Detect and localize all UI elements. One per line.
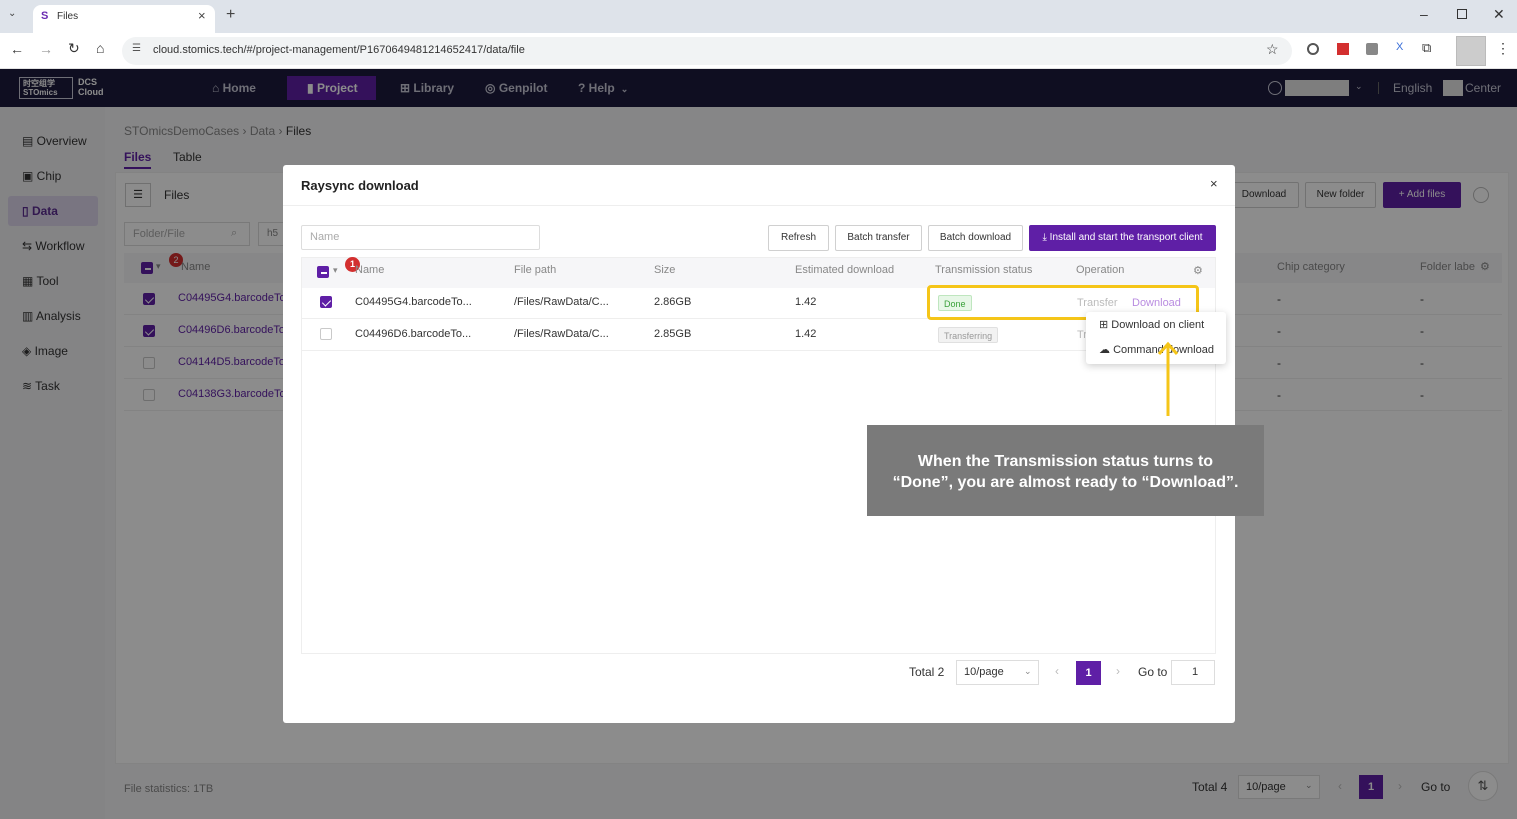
url-field[interactable]: ☰ cloud.stomics.tech/#/project-managemen… [122, 37, 1292, 65]
page-size-value: 10/page [964, 666, 1004, 678]
minimize-icon[interactable]: – [1420, 6, 1428, 22]
extension-icon[interactable] [1307, 43, 1319, 55]
name-placeholder: Name [310, 231, 340, 243]
estimated-download-cell: 1.42 [795, 328, 817, 340]
close-window-icon[interactable]: ✕ [1493, 6, 1505, 23]
browser-tab[interactable]: S Files × [33, 5, 215, 33]
tab-list-icon[interactable]: ⌄ [8, 8, 24, 24]
file-name-cell: C04495G4.barcodeTo... [355, 296, 472, 308]
url-text: cloud.stomics.tech/#/project-management/… [153, 44, 525, 56]
chevron-down-icon: ⌄ [1024, 666, 1032, 676]
file-path-cell: /Files/RawData/C... [514, 328, 609, 340]
file-path-column-header: File path [514, 264, 557, 276]
reload-icon[interactable]: ↻ [68, 40, 80, 57]
estimated-download-column-header: Estimated download [795, 264, 895, 276]
site-info-icon[interactable]: ☰ [132, 43, 141, 54]
operation-column-header: Operation [1076, 264, 1125, 276]
batch-download-button[interactable]: Batch download [928, 225, 1023, 251]
callout-line1: When the Transmission status turns to [917, 453, 1214, 470]
next-page-icon[interactable]: › [1116, 664, 1120, 678]
select-all-checkbox[interactable] [317, 266, 329, 278]
size-cell: 2.85GB [654, 328, 692, 340]
extensions-puzzle-icon[interactable]: ⧉ [1422, 40, 1431, 56]
name-column-header: Name [355, 264, 385, 276]
modal-title: Raysync download [301, 178, 419, 193]
modal-page-total: Total 2 [909, 665, 945, 679]
download-icon: ⤓ [1042, 232, 1050, 243]
extension-red-icon[interactable] [1337, 43, 1349, 55]
row-checkbox[interactable] [320, 296, 332, 308]
close-tab-icon[interactable]: × [198, 8, 206, 23]
extension-gray-icon[interactable] [1366, 43, 1378, 55]
transmission-status-column-header: Transmission status [935, 264, 1033, 276]
home-icon[interactable]: ⌂ [96, 40, 104, 56]
estimated-download-cell: 1.42 [795, 296, 817, 308]
row-checkbox[interactable] [320, 328, 332, 340]
goto-value: 1 [1192, 666, 1199, 678]
prev-page-icon[interactable]: ‹ [1055, 664, 1059, 678]
install-transport-client-button[interactable]: ⤓ Install and start the transport client [1029, 225, 1216, 251]
browser-menu-icon[interactable]: ⋮ [1496, 40, 1510, 57]
file-path-cell: /Files/RawData/C... [514, 296, 609, 308]
forward-icon[interactable]: → [39, 41, 53, 57]
browser-tab-bar: ⌄ S Files × + – ✕ [0, 0, 1517, 33]
close-modal-icon[interactable]: × [1210, 176, 1218, 191]
favicon-icon: S [41, 10, 49, 22]
file-name-cell: C04496D6.barcodeTo... [355, 328, 472, 340]
modal-divider [283, 205, 1235, 206]
address-bar: ← → ↻ ⌂ ☰ cloud.stomics.tech/#/project-m… [0, 33, 1517, 69]
size-cell: 2.86GB [654, 296, 692, 308]
goto-label: Go to [1138, 665, 1168, 679]
callout-line2: “Done”, you are almost ready to “Downloa… [892, 474, 1239, 491]
restore-icon[interactable] [1457, 9, 1467, 19]
modal-page-size-select[interactable]: 10/page ⌄ [956, 660, 1039, 685]
status-badge-transferring: Transferring [938, 327, 999, 343]
callout-box: When the Transmission status turns to “D… [867, 425, 1264, 516]
profile-avatar[interactable] [1456, 36, 1486, 66]
name-search-input[interactable]: Name [301, 225, 540, 250]
modal-page-number-current[interactable]: 1 [1076, 661, 1101, 685]
cloud-download-icon: ☁ [1099, 344, 1114, 356]
install-label: Install and start the transport client [1049, 232, 1203, 243]
goto-input[interactable]: 1 [1171, 660, 1215, 685]
size-column-header: Size [654, 264, 676, 276]
refresh-button[interactable]: Refresh [768, 225, 829, 251]
tab-title: Files [57, 11, 79, 22]
select-dropdown-icon[interactable]: ▾ [333, 265, 338, 276]
client-icon: ⊞ [1099, 319, 1112, 331]
column-settings-icon[interactable]: ⚙ [1193, 264, 1203, 277]
new-tab-icon[interactable]: + [226, 6, 235, 24]
callout-arrow [1157, 341, 1179, 416]
batch-transfer-button[interactable]: Batch transfer [835, 225, 922, 251]
bookmark-star-icon[interactable]: ☆ [1266, 41, 1279, 58]
back-icon[interactable]: ← [10, 41, 24, 57]
extension-x-icon[interactable]: X [1396, 41, 1403, 53]
option-label: Download on client [1111, 319, 1205, 331]
download-on-client-option[interactable]: ⊞ Download on client [1099, 318, 1204, 331]
